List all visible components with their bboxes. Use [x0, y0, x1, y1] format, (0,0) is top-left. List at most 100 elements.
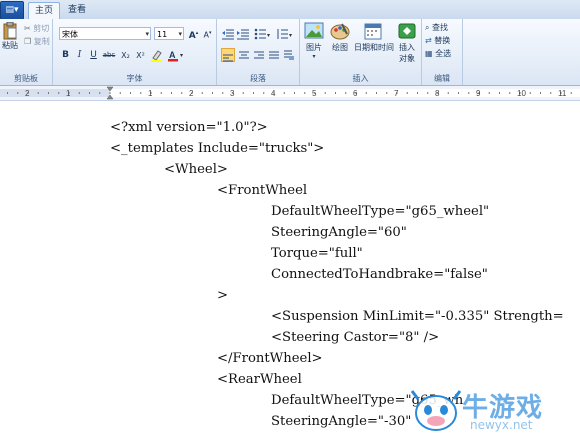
- subscript-button[interactable]: X₂: [119, 49, 132, 62]
- replace-label: 替换: [434, 36, 451, 45]
- datetime-label: 日期和时间: [354, 43, 394, 52]
- document-line: <Wheel>: [164, 162, 228, 177]
- ruler-scale: 2 1 1 2 3 4 5 6 7 8 9 10 11: [0, 86, 580, 100]
- tab-view[interactable]: 查看: [62, 2, 92, 19]
- calendar-icon: [364, 23, 382, 40]
- ruler-number: 1: [148, 89, 153, 98]
- font-size-combo[interactable]: 11 ▾: [154, 27, 184, 40]
- paragraph-group-label: 段落: [250, 74, 266, 83]
- document-line: </FrontWheel>: [217, 351, 323, 366]
- object-icon: [398, 23, 416, 39]
- decrease-indent-icon[interactable]: [222, 28, 234, 40]
- scissors-icon: ✂: [24, 24, 31, 33]
- ruler-number: 2: [189, 89, 194, 98]
- ruler-number: 2: [25, 89, 30, 98]
- document-line: <Steering Castor="8" />: [271, 330, 440, 345]
- ruler-number: 11: [558, 89, 567, 98]
- paragraph-group: ▾ ▾ 段落: [217, 19, 300, 85]
- paint-drawing-button[interactable]: 绘图: [329, 22, 351, 53]
- application-menu-button[interactable]: ▤▾: [0, 1, 24, 20]
- object-label-line2: 对象: [399, 54, 415, 63]
- watermark-url: newyx.net: [470, 418, 533, 432]
- font-size-value: 11: [157, 30, 168, 39]
- tab-home[interactable]: 主页: [28, 2, 60, 20]
- font-color-button[interactable]: A ▾: [167, 49, 187, 62]
- bold-button[interactable]: B: [59, 49, 72, 62]
- document-line: SteeringAngle="-30": [271, 414, 412, 429]
- paste-icon: [3, 22, 17, 40]
- ruler-number: 8: [435, 89, 440, 98]
- increase-indent-icon[interactable]: [237, 28, 249, 40]
- strikethrough-button[interactable]: abc: [101, 49, 117, 62]
- document-line: <RearWheel: [217, 372, 302, 387]
- ruler-number: 6: [353, 89, 358, 98]
- document-line: <?xml version="1.0"?>: [110, 120, 268, 135]
- align-left-button[interactable]: [221, 48, 235, 62]
- align-left-icon: [223, 54, 233, 62]
- ruler-number: 4: [271, 89, 276, 98]
- highlight-button[interactable]: [150, 49, 163, 62]
- font-name-combo[interactable]: 宋体 ▾: [59, 27, 151, 40]
- copy-icon: ❐: [24, 37, 32, 46]
- bullet-list-icon[interactable]: ▾: [254, 28, 272, 40]
- document-line: <_templates Include="trucks">: [110, 141, 325, 156]
- picture-icon: [304, 22, 324, 39]
- find-button[interactable]: ⌕ 查找: [425, 22, 448, 33]
- select-all-label: 全选: [435, 49, 452, 58]
- justify-icon[interactable]: [268, 49, 280, 61]
- document-line: >: [217, 288, 229, 303]
- highlighter-icon: [151, 50, 162, 62]
- svg-text:▾: ▾: [267, 32, 270, 39]
- insert-group: 图片 ▾ 绘图 日期和时间 插入 对象 插入: [300, 19, 422, 85]
- document-line: <Suspension MinLimit="-0.335" Strength=: [271, 309, 564, 324]
- document-line: SteeringAngle="60": [271, 225, 407, 240]
- horizontal-ruler[interactable]: 2 1 1 2 3 4 5 6 7 8 9 10 11: [0, 86, 580, 101]
- clipboard-group: 粘贴 ✂ 剪切 ❐ 复制 剪贴板: [0, 19, 53, 85]
- palette-icon: [330, 23, 350, 40]
- shrink-font-button[interactable]: A▾: [201, 27, 214, 40]
- line-spacing-icon[interactable]: ▾: [276, 28, 294, 40]
- svg-text:A: A: [169, 50, 176, 60]
- copy-label: 复制: [33, 37, 50, 46]
- site-watermark: 牛游戏 newyx.net: [408, 385, 580, 436]
- insert-object-button[interactable]: 插入 对象: [395, 22, 419, 64]
- clipboard-group-label: 剪贴板: [14, 74, 38, 83]
- paragraph-settings-icon[interactable]: [283, 49, 295, 61]
- insert-datetime-button[interactable]: 日期和时间: [354, 22, 394, 53]
- replace-button[interactable]: ⇄ 替换: [425, 35, 450, 46]
- select-all-button[interactable]: ▦ 全选: [425, 48, 451, 59]
- italic-button[interactable]: I: [73, 49, 86, 62]
- ribbon-tab-bar: ▤▾ 主页 查看: [0, 0, 580, 20]
- find-label: 查找: [432, 23, 449, 32]
- svg-text:▾: ▾: [289, 32, 292, 39]
- underline-button[interactable]: U: [87, 49, 100, 62]
- svg-text:▾: ▾: [180, 52, 183, 59]
- document-line: <FrontWheel: [217, 183, 308, 198]
- document-line: DefaultWheelType="g65_wheel": [271, 204, 490, 219]
- ruler-number: 9: [476, 89, 481, 98]
- picture-label: 图片: [306, 43, 322, 52]
- grow-font-button[interactable]: A▴: [187, 27, 200, 41]
- editing-group: ⌕ 查找 ⇄ 替换 ▦ 全选 编辑: [422, 19, 463, 85]
- font-color-icon: A ▾: [168, 50, 183, 62]
- cut-button[interactable]: ✂ 剪切: [24, 23, 49, 34]
- chevron-down-icon: ▾: [312, 53, 316, 60]
- align-right-icon[interactable]: [253, 49, 265, 61]
- superscript-button[interactable]: X²: [134, 49, 147, 62]
- ruler-number: 1: [66, 89, 71, 98]
- font-group-label: 字体: [126, 74, 143, 83]
- paste-button[interactable]: 粘贴: [1, 22, 19, 51]
- ruler-number: 7: [394, 89, 399, 98]
- insert-picture-button[interactable]: 图片 ▾: [303, 22, 325, 60]
- copy-button[interactable]: ❐ 复制: [24, 36, 50, 47]
- ruler-number: 3: [230, 89, 235, 98]
- insert-group-label: 插入: [352, 74, 369, 83]
- chevron-down-icon: ▾: [145, 30, 149, 38]
- document-line: Torque="full": [271, 246, 363, 261]
- select-all-icon: ▦: [425, 49, 433, 58]
- paint-label: 绘图: [332, 43, 348, 52]
- editing-group-label: 编辑: [434, 74, 450, 83]
- chevron-down-icon: ▾: [178, 30, 182, 38]
- replace-icon: ⇄: [425, 36, 432, 45]
- align-center-icon[interactable]: [238, 49, 250, 61]
